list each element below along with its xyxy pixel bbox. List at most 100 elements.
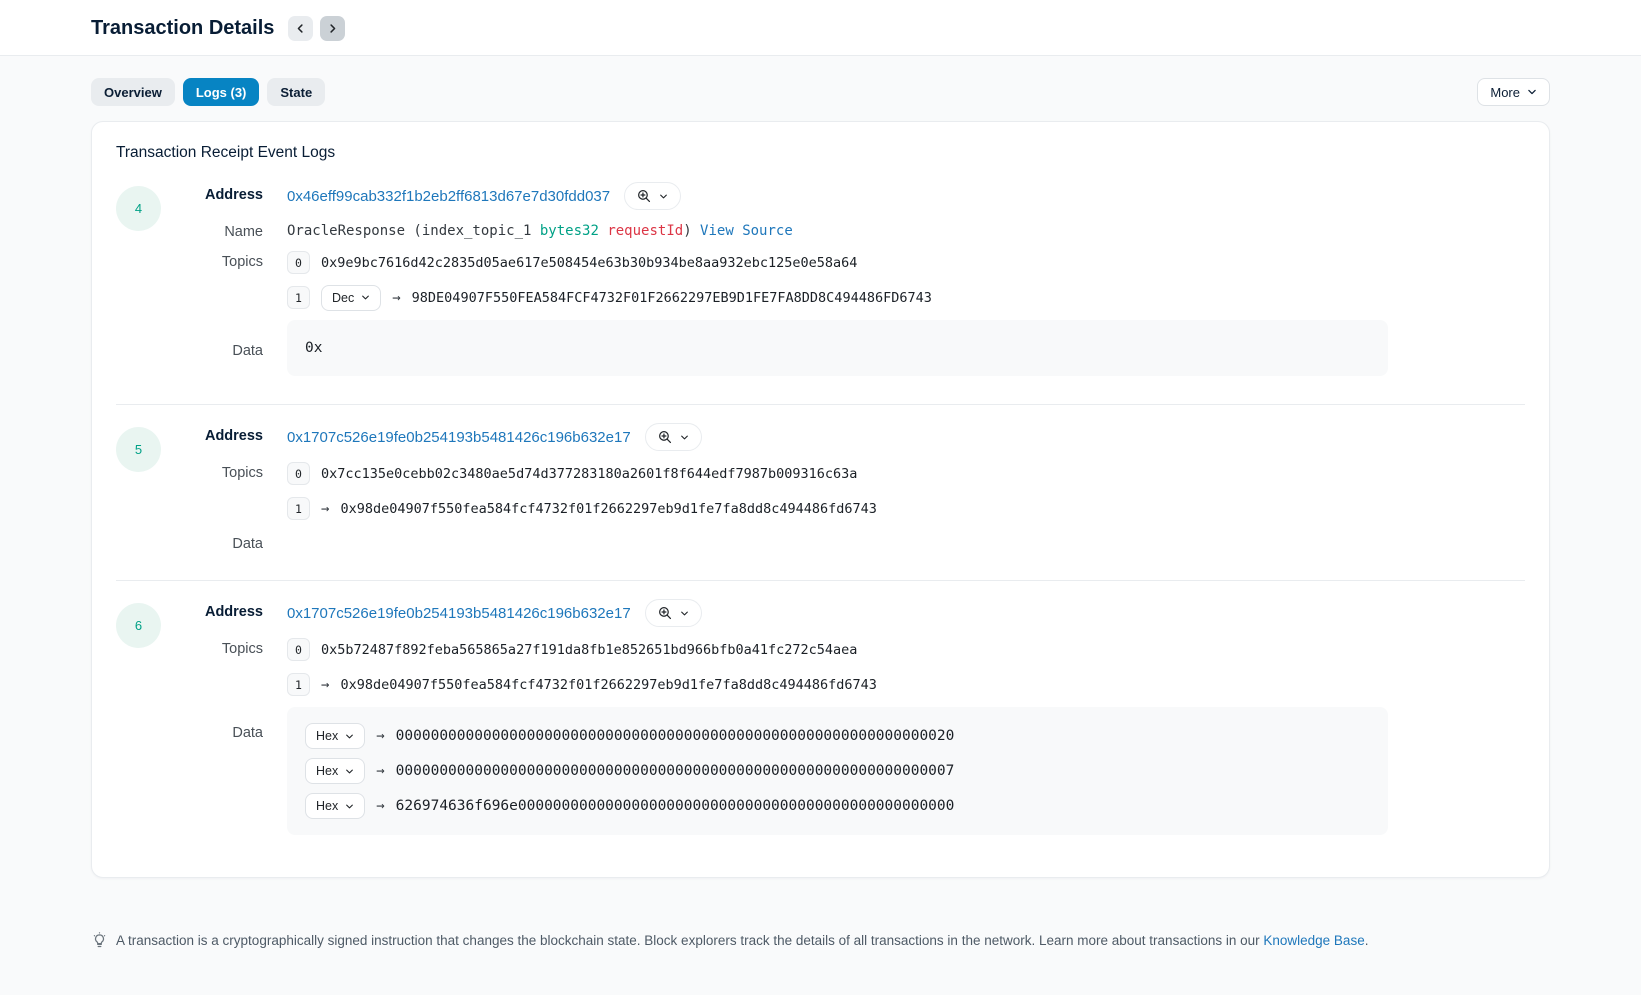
address-link[interactable]: 0x1707c526e19fe0b254193b5481426c196b632e…: [287, 429, 631, 446]
topic-index-badge: 1: [287, 673, 310, 696]
tab-overview[interactable]: Overview: [91, 78, 175, 106]
topic-row: 00x9e9bc7616d42c2835d05ae617e508454e63b3…: [287, 249, 1525, 276]
topic-value: 0x5b72487f892feba565865a27f191da8fb1e852…: [321, 642, 857, 658]
magnifier-plus-icon: [658, 606, 672, 620]
chevron-down-icon: [680, 609, 689, 618]
magnifier-plus-icon: [637, 189, 651, 203]
page-title: Transaction Details: [91, 17, 274, 40]
field-label: Address: [161, 423, 263, 444]
log-fields: Address 0x1707c526e19fe0b254193b5481426c1…: [161, 599, 1525, 835]
event-signature-prefix: OracleResponse (index_topic_1: [287, 223, 540, 239]
address-line: 0x1707c526e19fe0b254193b5481426c196b632e…: [287, 423, 1525, 451]
address-link[interactable]: 0x46eff99cab332f1b2eb2ff6813d67e7d30fdd0…: [287, 188, 610, 205]
chevron-down-icon: [345, 767, 354, 776]
tab-logs[interactable]: Logs (3): [183, 78, 260, 106]
topic-format-select-label: Dec: [332, 291, 354, 305]
data-row: Hex → 626974636f696e0000000000000000000000…: [305, 793, 1370, 819]
data-box: 0x: [287, 320, 1388, 376]
field-label: Address: [161, 599, 263, 620]
topic-value: 0x7cc135e0cebb02c3480ae5d74d377283180a26…: [321, 466, 857, 482]
data-value: 626974636f696e00000000000000000000000000…: [396, 798, 955, 814]
log-index-badge: 5: [116, 427, 161, 472]
field-label: Topics: [161, 636, 263, 657]
data-row: 0x: [305, 336, 1370, 360]
topics-stack: 0 0x7cc135e0cebb02c3480ae5d74d377283180a2…: [287, 460, 1525, 522]
arrow-right-icon: →: [376, 798, 384, 814]
topic-format-select[interactable]: Dec: [321, 285, 381, 311]
field-label: Topics: [161, 460, 263, 481]
log-entry: 5Address 0x1707c526e19fe0b254193b5481426c…: [116, 423, 1525, 552]
field-row: Data Hex → 00000000000000000000000000000000…: [161, 707, 1525, 835]
log-entry: 4Address 0x46eff99cab332f1b2eb2ff6813d67e…: [116, 182, 1525, 376]
logs-list: 4Address0x46eff99cab332f1b2eb2ff6813d67e…: [116, 182, 1525, 835]
field-row: Address 0x1707c526e19fe0b254193b5481426c1…: [161, 599, 1525, 627]
topic-index-badge: 1: [287, 286, 310, 309]
topic-row: 0 0x5b72487f892feba565865a27f191da8fb1e85…: [287, 636, 1525, 663]
field-row: Topics 0 0x5b72487f892feba565865a27f191da8…: [161, 636, 1525, 698]
chevron-left-icon: [295, 23, 306, 34]
address-link[interactable]: 0x1707c526e19fe0b254193b5481426c196b632e…: [287, 605, 631, 622]
next-transaction-button[interactable]: [320, 16, 345, 41]
log-index-badge: 6: [116, 603, 161, 648]
log-divider: [116, 404, 1525, 405]
field-value: 00x9e9bc7616d42c2835d05ae617e508454e63b3…: [287, 249, 1525, 311]
topic-value: 0x98de04907f550fea584fcf4732f01f2662297e…: [340, 677, 876, 693]
address-zoom-button[interactable]: [645, 423, 702, 451]
data-format-select[interactable]: Hex: [305, 758, 365, 784]
log-index-badge: 4: [116, 186, 161, 231]
data-format-select[interactable]: Hex: [305, 793, 365, 819]
arrow-right-icon: →: [321, 677, 329, 693]
address-zoom-button[interactable]: [645, 599, 702, 627]
event-param-type: bytes32: [540, 223, 599, 239]
chevron-down-icon: [361, 293, 370, 302]
knowledge-base-link[interactable]: Knowledge Base: [1263, 933, 1364, 948]
data-box: Hex → 000000000000000000000000000000000000…: [287, 707, 1388, 835]
field-value: 0x46eff99cab332f1b2eb2ff6813d67e7d30fdd0…: [287, 182, 1525, 210]
event-signature-close: ): [683, 223, 700, 239]
data-format-select-label: Hex: [316, 799, 338, 813]
chevron-down-icon: [345, 732, 354, 741]
topic-row: 1 → 0x98de04907f550fea584fcf4732f01f266229…: [287, 671, 1525, 698]
chevron-down-icon: [345, 802, 354, 811]
data-value: 0x: [305, 340, 322, 356]
topic-value: 98DE04907F550FEA584FCF4732F01F2662297EB9…: [412, 290, 932, 306]
more-label: More: [1490, 85, 1520, 100]
arrow-right-icon: →: [321, 501, 329, 517]
data-value: 0000000000000000000000000000000000000000…: [396, 763, 955, 779]
topic-index-badge: 0: [287, 462, 310, 485]
chevron-down-icon: [680, 433, 689, 442]
chevron-right-icon: [327, 23, 338, 34]
field-value: 0 0x5b72487f892feba565865a27f191da8fb1e85…: [287, 636, 1525, 698]
prev-transaction-button[interactable]: [288, 16, 313, 41]
field-label: Data: [161, 707, 263, 741]
topic-row: 1Dec→98DE04907F550FEA584FCF4732F01F26622…: [287, 284, 1525, 311]
field-label: Name: [161, 219, 263, 240]
address-zoom-button[interactable]: [624, 182, 681, 210]
data-row: Hex→000000000000000000000000000000000000…: [305, 723, 1370, 749]
field-value: 0x1707c526e19fe0b254193b5481426c196b632e…: [287, 423, 1525, 451]
chevron-down-icon: [1527, 87, 1537, 97]
field-value: 0x: [287, 320, 1525, 376]
data-format-select[interactable]: Hex: [305, 723, 365, 749]
magnifier-plus-icon: [658, 430, 672, 444]
topic-row: 0 0x7cc135e0cebb02c3480ae5d74d377283180a2…: [287, 460, 1525, 487]
data-row: Hex → 000000000000000000000000000000000000…: [305, 758, 1370, 784]
log-fields: Address 0x46eff99cab332f1b2eb2ff6813d67e7…: [161, 182, 1525, 376]
topic-index-badge: 1: [287, 497, 310, 520]
lightbulb-icon: [91, 932, 108, 949]
field-row: Data: [161, 531, 1525, 552]
page-footer: A transaction is a cryptographically sig…: [0, 932, 1641, 949]
data-format-select-label: Hex: [316, 729, 338, 743]
data-format-select-label: Hex: [316, 764, 338, 778]
tabs-row: Overview Logs (3) State More: [91, 78, 1550, 106]
tab-state[interactable]: State: [267, 78, 325, 106]
arrow-right-icon: →: [376, 763, 384, 779]
card-title: Transaction Receipt Event Logs: [116, 144, 1525, 162]
field-label: Address: [161, 182, 263, 203]
view-source-link[interactable]: View Source: [700, 223, 793, 239]
topic-index-badge: 0: [287, 638, 310, 661]
more-dropdown-button[interactable]: More: [1477, 78, 1550, 106]
field-label: Topics: [161, 249, 263, 270]
topic-value: 0x98de04907f550fea584fcf4732f01f2662297e…: [340, 501, 876, 517]
footer-tip-text: A transaction is a cryptographically sig…: [116, 933, 1368, 948]
